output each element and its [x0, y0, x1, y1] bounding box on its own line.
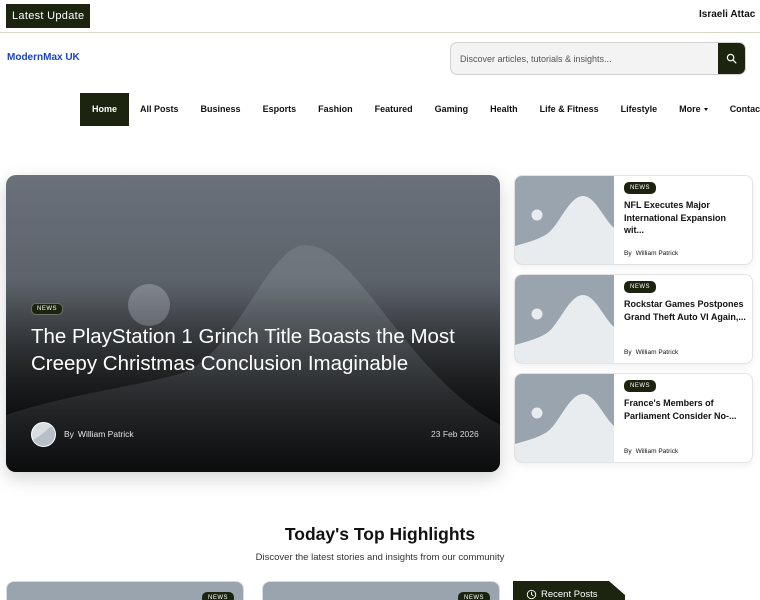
- byline-prefix: By: [624, 250, 632, 257]
- main-nav: Home All Posts Business Esports Fashion …: [80, 93, 760, 126]
- image-placeholder-icon: [515, 176, 614, 264]
- ticker-headline[interactable]: Israeli Attac: [699, 9, 755, 20]
- side-post-card[interactable]: NEWS NFL Executes Major International Ex…: [514, 175, 753, 265]
- category-badge[interactable]: NEWS: [458, 592, 490, 600]
- nav-item-lifestyle[interactable]: Lifestyle: [610, 93, 669, 126]
- nav-item-esports[interactable]: Esports: [252, 93, 308, 126]
- nav-item-fashion[interactable]: Fashion: [307, 93, 364, 126]
- byline-prefix: By: [624, 349, 632, 356]
- chevron-down-icon: [703, 108, 708, 112]
- side-post-card[interactable]: NEWS France's Members of Parliament Cons…: [514, 373, 753, 463]
- post-thumbnail: [515, 176, 614, 264]
- highlight-post-card[interactable]: NEWS: [262, 581, 500, 600]
- category-badge[interactable]: NEWS: [624, 281, 656, 293]
- category-badge[interactable]: NEWS: [31, 303, 63, 315]
- post-title[interactable]: NFL Executes Major International Expansi…: [624, 199, 747, 237]
- highlight-post-card[interactable]: NEWS: [6, 581, 244, 600]
- recent-posts-header: Recent Posts: [513, 581, 625, 600]
- nav-item-business[interactable]: Business: [190, 93, 252, 126]
- image-placeholder-icon: [515, 374, 614, 462]
- image-placeholder-icon: [515, 275, 614, 363]
- post-byline: By William Patrick: [624, 349, 678, 356]
- site-logo[interactable]: ModernMax UK: [7, 52, 80, 63]
- post-author[interactable]: William Patrick: [636, 349, 679, 356]
- search-bar: [450, 42, 746, 75]
- byline-prefix: By: [624, 448, 632, 455]
- clock-icon: [526, 589, 537, 600]
- hero-title[interactable]: The PlayStation 1 Grinch Title Boasts th…: [31, 323, 461, 377]
- search-input[interactable]: [451, 43, 719, 74]
- nav-item-home[interactable]: Home: [80, 93, 130, 126]
- recent-posts-label: Recent Posts: [541, 589, 598, 600]
- search-icon: [726, 53, 737, 64]
- post-author[interactable]: William Patrick: [636, 250, 679, 257]
- nav-item-more-label: More: [679, 104, 701, 114]
- nav-item-more[interactable]: More: [668, 93, 719, 126]
- top-ticker-bar: Latest Update Israeli Attac: [0, 0, 760, 33]
- post-title[interactable]: Rockstar Games Postpones Grand Theft Aut…: [624, 298, 747, 323]
- category-badge[interactable]: NEWS: [624, 182, 656, 194]
- nav-item-life-fitness[interactable]: Life & Fitness: [529, 93, 610, 126]
- post-byline: By William Patrick: [624, 250, 678, 257]
- post-thumbnail: [515, 374, 614, 462]
- hero-byline: By William Patrick: [64, 429, 134, 439]
- author-avatar: [31, 422, 56, 447]
- byline-prefix: By: [64, 429, 74, 439]
- post-author[interactable]: William Patrick: [636, 448, 679, 455]
- post-title[interactable]: France's Members of Parliament Consider …: [624, 397, 747, 422]
- nav-item-contact-us[interactable]: Contact Us: [719, 93, 760, 126]
- hero-date: 23 Feb 2026: [431, 429, 479, 439]
- category-badge[interactable]: NEWS: [624, 380, 656, 392]
- nav-item-health[interactable]: Health: [479, 93, 529, 126]
- category-badge[interactable]: NEWS: [202, 592, 234, 600]
- section-subtitle: Discover the latest stories and insights…: [255, 552, 505, 563]
- post-byline: By William Patrick: [624, 448, 678, 455]
- section-title: Today's Top Highlights: [284, 524, 476, 544]
- hero-featured-post[interactable]: NEWS The PlayStation 1 Grinch Title Boas…: [6, 175, 500, 472]
- latest-update-label: Latest Update: [6, 4, 91, 28]
- search-button[interactable]: [718, 43, 745, 74]
- hero-author-name[interactable]: William Patrick: [78, 429, 134, 439]
- post-thumbnail: [515, 275, 614, 363]
- side-post-card[interactable]: NEWS Rockstar Games Postpones Grand Thef…: [514, 274, 753, 364]
- nav-item-featured[interactable]: Featured: [364, 93, 424, 126]
- nav-item-all-posts[interactable]: All Posts: [129, 93, 190, 126]
- nav-item-gaming[interactable]: Gaming: [424, 93, 480, 126]
